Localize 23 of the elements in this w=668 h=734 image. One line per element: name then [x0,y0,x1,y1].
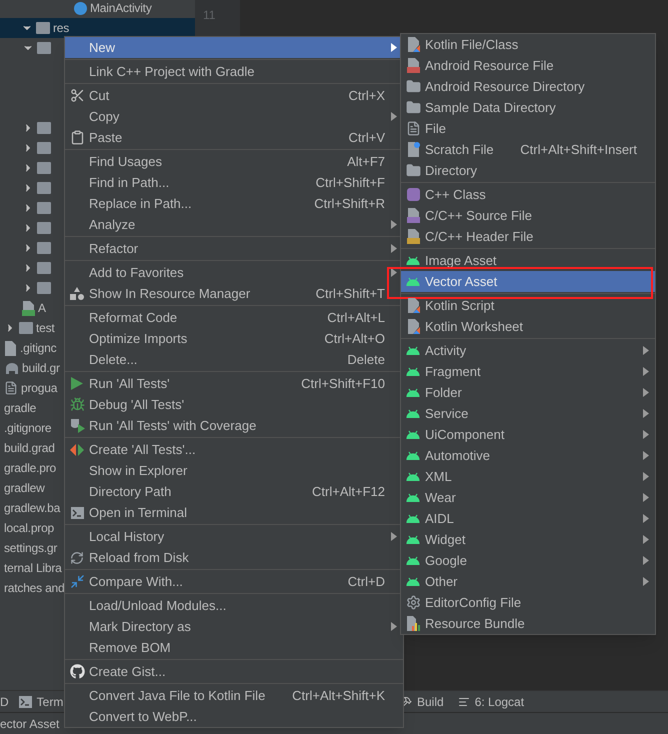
shortcut-label: Delete [347,350,385,369]
shortcut-label: Ctrl+X [348,86,385,105]
file-name: ternal Libra [4,560,62,577]
shortcut-label: Ctrl+Alt+O [324,330,385,348]
file-name: build.gr [22,360,60,377]
status-message: ector Asset [0,716,60,732]
file-name: progua [21,380,58,397]
file-name: A [38,300,46,317]
file-name: MainActivity [90,0,152,17]
shortcut-label: Ctrl+Shift+T [316,284,385,303]
shortcut-label: Ctrl+Shift+F10 [301,374,385,393]
shortcut-label: Ctrl+Alt+Shift+K [292,686,385,705]
shortcut-label: Ctrl+Alt+L [327,308,385,327]
file-name: .gitignc [20,340,56,357]
file-name: test [36,320,55,337]
shortcut-label: Ctrl+Alt+Shift+Insert [520,140,637,159]
shortcut-label: Ctrl+Shift+R [314,194,385,213]
shortcut-label: Ctrl+Shift+F [316,174,385,192]
shortcut-label: Ctrl+D [348,572,385,591]
file-name: res [53,20,70,37]
shortcut-label: Alt+F7 [347,152,385,171]
shortcut-label: Ctrl+Alt+F12 [312,482,385,501]
shortcut-label: Ctrl+V [348,128,385,147]
